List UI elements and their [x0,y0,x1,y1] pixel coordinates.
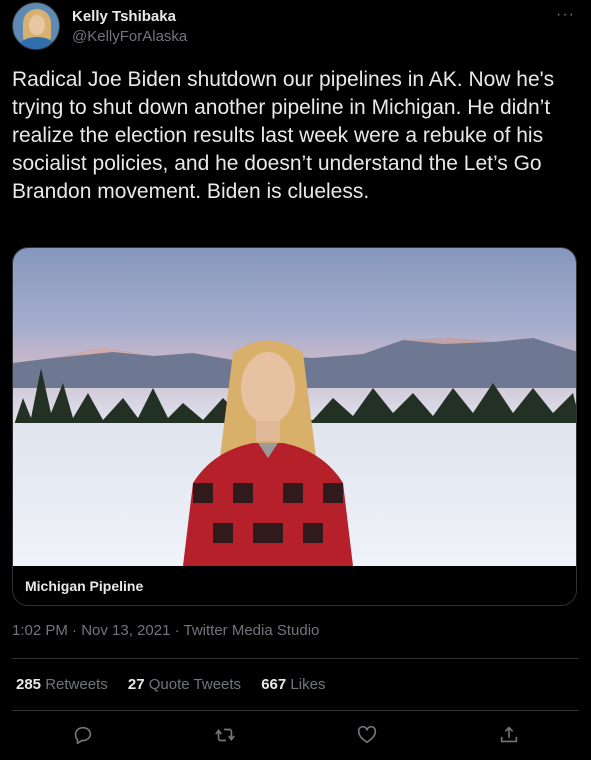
author-name[interactable]: Kelly Tshibaka [72,8,176,25]
likes-label: Likes [290,676,326,693]
tweet-text: Radical Joe Biden shutdown our pipelines… [12,68,555,203]
more-options-icon[interactable]: ··· [556,6,575,24]
retweet-icon [215,728,235,742]
likes-count: 667 [261,676,287,693]
retweet-button[interactable] [214,724,238,748]
quotes-label: Quote Tweets [148,676,242,693]
reply-icon [74,726,92,745]
retweets-count: 285 [16,676,42,693]
video-thumbnail[interactable] [13,248,576,566]
tweet-header: Kelly Tshibaka @KellyForAlaska ··· [12,0,579,60]
divider [12,658,579,659]
avatar[interactable] [12,2,60,50]
share-icon [500,726,518,743]
retweets-stat[interactable]: 285 Retweets [16,676,108,693]
author-handle[interactable]: @KellyForAlaska [72,28,187,45]
quotes-stat[interactable]: 27 Quote Tweets [128,676,241,693]
likes-stat[interactable]: 667 Likes [261,676,325,693]
retweets-label: Retweets [45,676,108,693]
share-button[interactable] [498,724,522,748]
like-button[interactable] [356,724,380,748]
video-title: Michigan Pipeline [25,578,144,594]
action-bar [12,720,579,752]
tweet-timestamp[interactable]: 1:02 PM · Nov 13, 2021 · Twitter Media S… [12,622,319,639]
engagement-stats: 285 Retweets 27 Quote Tweets 667 Likes [16,676,341,693]
person-graphic [183,340,353,566]
divider [12,710,579,711]
reply-button[interactable] [72,724,96,748]
video-caption: Michigan Pipeline [13,566,576,605]
quotes-count: 27 [127,676,145,693]
like-icon [357,725,377,744]
video-card[interactable]: Michigan Pipeline [12,247,577,606]
